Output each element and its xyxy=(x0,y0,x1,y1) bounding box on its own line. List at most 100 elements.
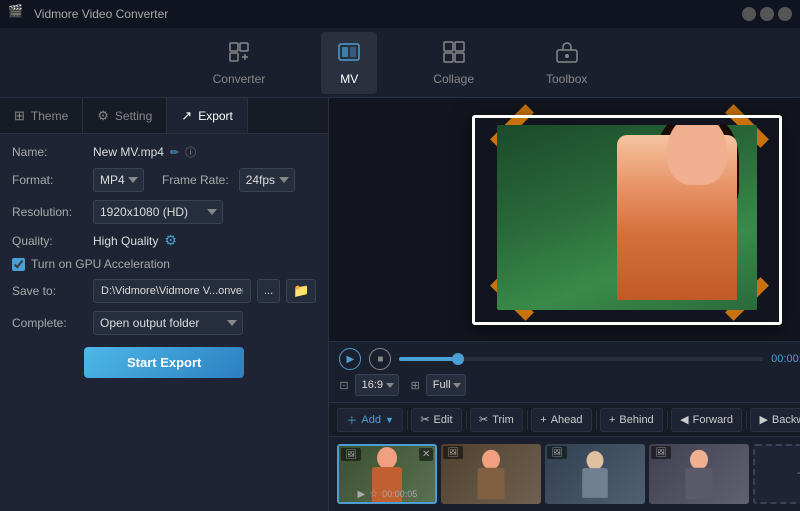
timeline-thumb-1[interactable]: 🖼 ✕ ▶ ☆ 00:00:05 xyxy=(337,444,437,504)
thumb1-close-icon[interactable]: ✕ xyxy=(419,448,433,461)
app-title: Vidmore Video Converter xyxy=(34,7,742,21)
thumb1-clock-icon: 00:00:05 xyxy=(382,489,417,500)
backward-icon: ▶ xyxy=(759,413,767,426)
right-panel: ▶ ■ 00:00:03.23/00:00:20.00 🔊 ⊡ 16:9 4:3… xyxy=(329,98,800,511)
aspect-icon: ⊡ xyxy=(339,379,348,392)
top-navigation: Converter MV Collage Toolbox xyxy=(0,28,800,98)
progress-bar[interactable] xyxy=(399,357,763,361)
info-icon[interactable]: ⓘ xyxy=(185,144,196,160)
mv-icon xyxy=(337,40,361,68)
add-media-button[interactable]: + xyxy=(753,444,800,504)
name-value-row: New MV.mp4 ✏ ⓘ xyxy=(93,144,196,160)
bottom-toolbar: ＋ Add ▼ ✂ Edit ✂ Trim + Ahead + Behi xyxy=(329,402,800,436)
quality-label: Quality: xyxy=(12,234,87,248)
tab-setting-label: Setting xyxy=(115,109,152,123)
tab-theme-label: Theme xyxy=(31,109,68,123)
thumb1-play-icon[interactable]: ▶ xyxy=(358,489,366,500)
close-button[interactable] xyxy=(778,7,792,21)
backward-button[interactable]: ▶ Backward xyxy=(750,408,800,432)
name-label: Name: xyxy=(12,145,87,159)
trim-button[interactable]: ✂ Trim xyxy=(470,408,523,432)
format-dropdown[interactable]: MP4 xyxy=(93,168,144,192)
progress-dot xyxy=(452,353,464,365)
collage-icon xyxy=(442,40,466,68)
tab-setting[interactable]: ⚙ Setting xyxy=(83,98,167,133)
aspect-ratio-select[interactable]: 16:9 4:3 1:1 xyxy=(355,374,399,396)
main-layout: ⊞ Theme ⚙ Setting ↗ Export Name: New MV.… xyxy=(0,98,800,511)
nav-collage-label: Collage xyxy=(433,72,474,86)
maximize-button[interactable] xyxy=(760,7,774,21)
trim-icon: ✂ xyxy=(479,413,488,426)
preview-area xyxy=(329,98,800,341)
quality-gear-icon[interactable]: ⚙ xyxy=(164,232,177,249)
thumb2-icon: 🖼 xyxy=(443,446,462,459)
thumb1-time: 00:00:05 xyxy=(382,489,417,499)
preview-frame xyxy=(472,115,782,325)
add-chevron-icon: ▼ xyxy=(385,415,394,425)
quality-row: Quality: High Quality ⚙ xyxy=(12,232,316,249)
nav-mv[interactable]: MV xyxy=(321,32,377,94)
tab-export[interactable]: ↗ Export xyxy=(167,98,248,133)
tab-theme[interactable]: ⊞ Theme xyxy=(0,98,83,133)
edit-button[interactable]: ✂ Edit xyxy=(411,408,461,432)
name-value: New MV.mp4 xyxy=(93,145,164,159)
export-icon: ↗ xyxy=(181,108,192,124)
behind-button[interactable]: + Behind xyxy=(600,408,663,432)
edit-name-icon[interactable]: ✏ xyxy=(170,146,179,159)
thumb1-star-icon[interactable]: ☆ xyxy=(369,489,378,500)
start-export-button[interactable]: Start Export xyxy=(84,347,244,378)
thumb4-icon: 🖼 xyxy=(651,446,670,459)
minimize-button[interactable] xyxy=(742,7,756,21)
saveto-path-input[interactable]: D:\Vidmore\Vidmore V...onverter\MV Expor… xyxy=(93,279,251,303)
window-controls xyxy=(742,7,792,21)
complete-row: Complete: Open output folder xyxy=(12,311,316,335)
nav-converter-label: Converter xyxy=(213,72,266,86)
resize-icon: ⊞ xyxy=(411,379,420,392)
progress-fill xyxy=(399,357,457,361)
complete-dropdown[interactable]: Open output folder xyxy=(93,311,243,335)
current-time: 00:00:03.23 xyxy=(771,353,800,365)
backward-label: Backward xyxy=(772,414,800,426)
ahead-button[interactable]: + Ahead xyxy=(531,408,591,432)
app-icon: 🎬 xyxy=(8,4,28,24)
forward-button[interactable]: ◀ Forward xyxy=(671,408,742,432)
trim-label: Trim xyxy=(492,414,514,426)
time-display: 00:00:03.23/00:00:20.00 xyxy=(771,353,800,365)
preview-image xyxy=(497,125,757,310)
stop-button[interactable]: ■ xyxy=(369,348,391,370)
add-button[interactable]: ＋ Add ▼ xyxy=(337,408,403,432)
zoom-select[interactable]: Full Fit xyxy=(426,374,466,396)
timeline-thumb-4[interactable]: 🖼 xyxy=(649,444,749,504)
nav-converter[interactable]: Converter xyxy=(197,32,282,94)
converter-icon xyxy=(227,40,251,68)
gpu-checkbox[interactable] xyxy=(12,258,25,271)
timeline-thumb-3[interactable]: 🖼 xyxy=(545,444,645,504)
edit-label: Edit xyxy=(434,414,453,426)
quality-controls: High Quality ⚙ xyxy=(93,232,177,249)
theme-icon: ⊞ xyxy=(14,108,25,124)
framerate-dropdown[interactable]: 24fps xyxy=(239,168,295,192)
nav-toolbox[interactable]: Toolbox xyxy=(530,32,603,94)
nav-mv-label: MV xyxy=(340,72,358,86)
browse-button[interactable]: ... xyxy=(257,279,280,303)
edit-icon: ✂ xyxy=(420,413,429,426)
format-label: Format: xyxy=(12,173,87,187)
ahead-icon: + xyxy=(540,414,546,426)
timeline-thumb-2[interactable]: 🖼 xyxy=(441,444,541,504)
playback-options: ⊡ 16:9 4:3 1:1 ⊞ Full Fit Start Export xyxy=(339,374,800,396)
quality-value: High Quality xyxy=(93,234,158,248)
forward-label: Forward xyxy=(693,414,733,426)
folder-button[interactable]: 📁 xyxy=(286,279,316,303)
framerate-label: Frame Rate: xyxy=(162,173,229,187)
playback-bar: ▶ ■ 00:00:03.23/00:00:20.00 🔊 ⊡ 16:9 4:3… xyxy=(329,341,800,402)
play-button[interactable]: ▶ xyxy=(339,348,361,370)
nav-collage[interactable]: Collage xyxy=(417,32,490,94)
export-settings: Name: New MV.mp4 ✏ ⓘ Format: MP4 Frame R… xyxy=(0,134,328,511)
thumb1-icon: 🖼 xyxy=(341,448,360,461)
resolution-dropdown[interactable]: 1920x1080 (HD) xyxy=(93,200,223,224)
format-framerate-row: Format: MP4 Frame Rate: 24fps xyxy=(12,168,316,192)
nav-toolbox-label: Toolbox xyxy=(546,72,587,86)
tab-export-label: Export xyxy=(198,109,233,123)
gpu-label: Turn on GPU Acceleration xyxy=(31,257,170,271)
left-panel: ⊞ Theme ⚙ Setting ↗ Export Name: New MV.… xyxy=(0,98,329,511)
